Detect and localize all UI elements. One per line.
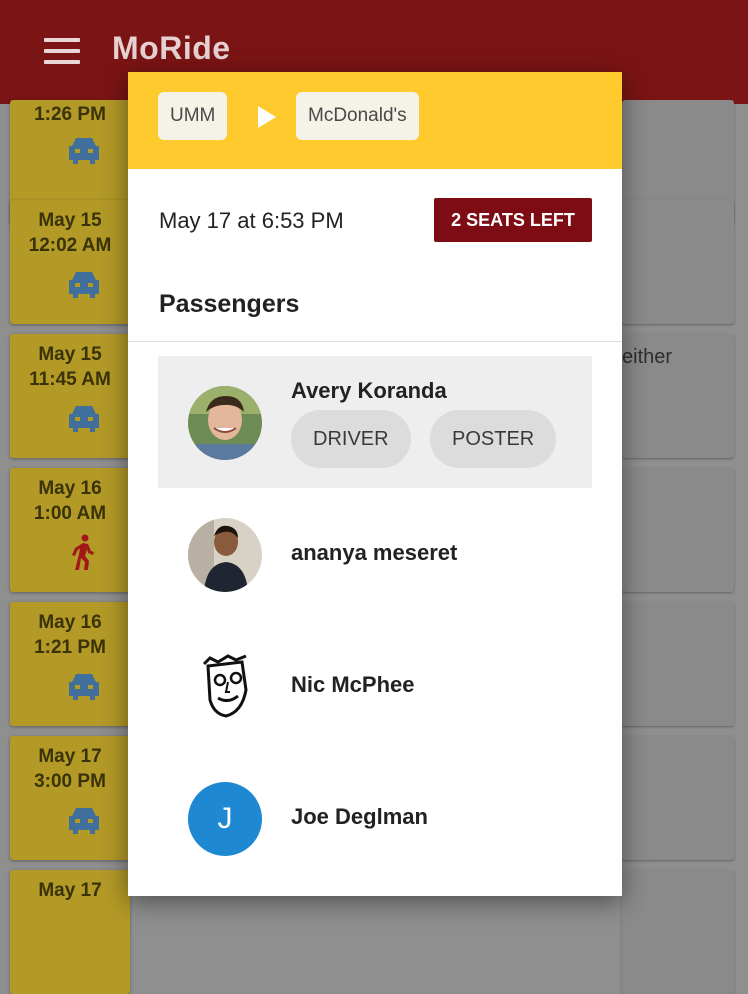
car-icon [69,808,99,834]
ride-time: 1:00 AM [33,503,107,524]
ride-card[interactable]: May 17 3:00 PM [10,736,130,860]
ride-card[interactable]: May 16 1:21 PM [10,602,130,726]
car-icon [69,406,99,432]
avatar [188,386,262,460]
ride-details-card[interactable] [622,736,734,860]
ride-card[interactable]: May 16 1:00 AM [10,468,130,592]
avatar [188,650,262,724]
ride-date: May 17 [38,880,102,901]
car-icon [69,138,99,164]
route-header: UMM McDonald's [128,72,622,169]
ride-details-card[interactable] [622,200,734,324]
app-title: MoRide [112,30,231,66]
ride-datetime: May 17 at 6:53 PM [159,208,344,233]
ride-time: 1:26 PM [34,104,106,125]
ride-date: May 15 [38,210,102,231]
passenger-name: Joe Deglman [291,804,428,829]
avatar [188,518,262,592]
passenger-name: ananya meseret [291,540,458,565]
seats-left-badge: 2 SEATS LEFT [434,198,592,242]
walking-person-icon [72,534,94,570]
divider [128,341,622,342]
ride-card[interactable]: May 15 12:02 AM [10,200,130,324]
ride-time: 11:45 AM [29,369,111,390]
car-icon [69,272,99,298]
avatar: J [188,782,262,856]
passenger-name: Nic McPhee [291,672,415,697]
avatar-initial: J [217,802,233,835]
passenger-name: Avery Koranda [291,378,447,403]
ride-time: 3:00 PM [34,771,106,792]
passenger-item[interactable]: ananya meseret [158,488,592,620]
passenger-item[interactable]: Avery Koranda DRIVER POSTER [158,356,592,488]
passenger-item[interactable]: J Joe Deglman [158,752,592,884]
ride-date: May 17 [38,746,102,767]
ride-date: May 15 [38,344,102,365]
destination-chip[interactable]: McDonald's [296,92,419,140]
ride-card[interactable]: May 17 [10,870,130,994]
ride-detail-dialog: UMM McDonald's May 17 at 6:53 PM 2 SEATS… [128,72,622,896]
origin-chip[interactable]: UMM [158,92,228,140]
ride-details-card[interactable] [622,870,734,994]
play-arrow-icon [258,106,276,128]
hamburger-menu-icon[interactable] [44,38,80,68]
ride-details-card[interactable] [622,468,734,592]
poster-tag: POSTER [430,410,557,468]
ride-card[interactable]: May 15 11:45 AM [10,334,130,458]
ride-time: 12:02 AM [28,235,112,256]
ride-date: May 16 [38,612,102,633]
ride-date: May 16 [38,478,102,499]
passengers-heading: Passengers [159,290,300,318]
ride-time: 1:21 PM [34,637,106,658]
ride-details-card[interactable] [622,602,734,726]
passenger-item[interactable]: Nic McPhee [158,620,592,752]
car-icon [69,674,99,700]
ride-side-text: either [622,346,673,368]
driver-tag: DRIVER [291,410,411,468]
